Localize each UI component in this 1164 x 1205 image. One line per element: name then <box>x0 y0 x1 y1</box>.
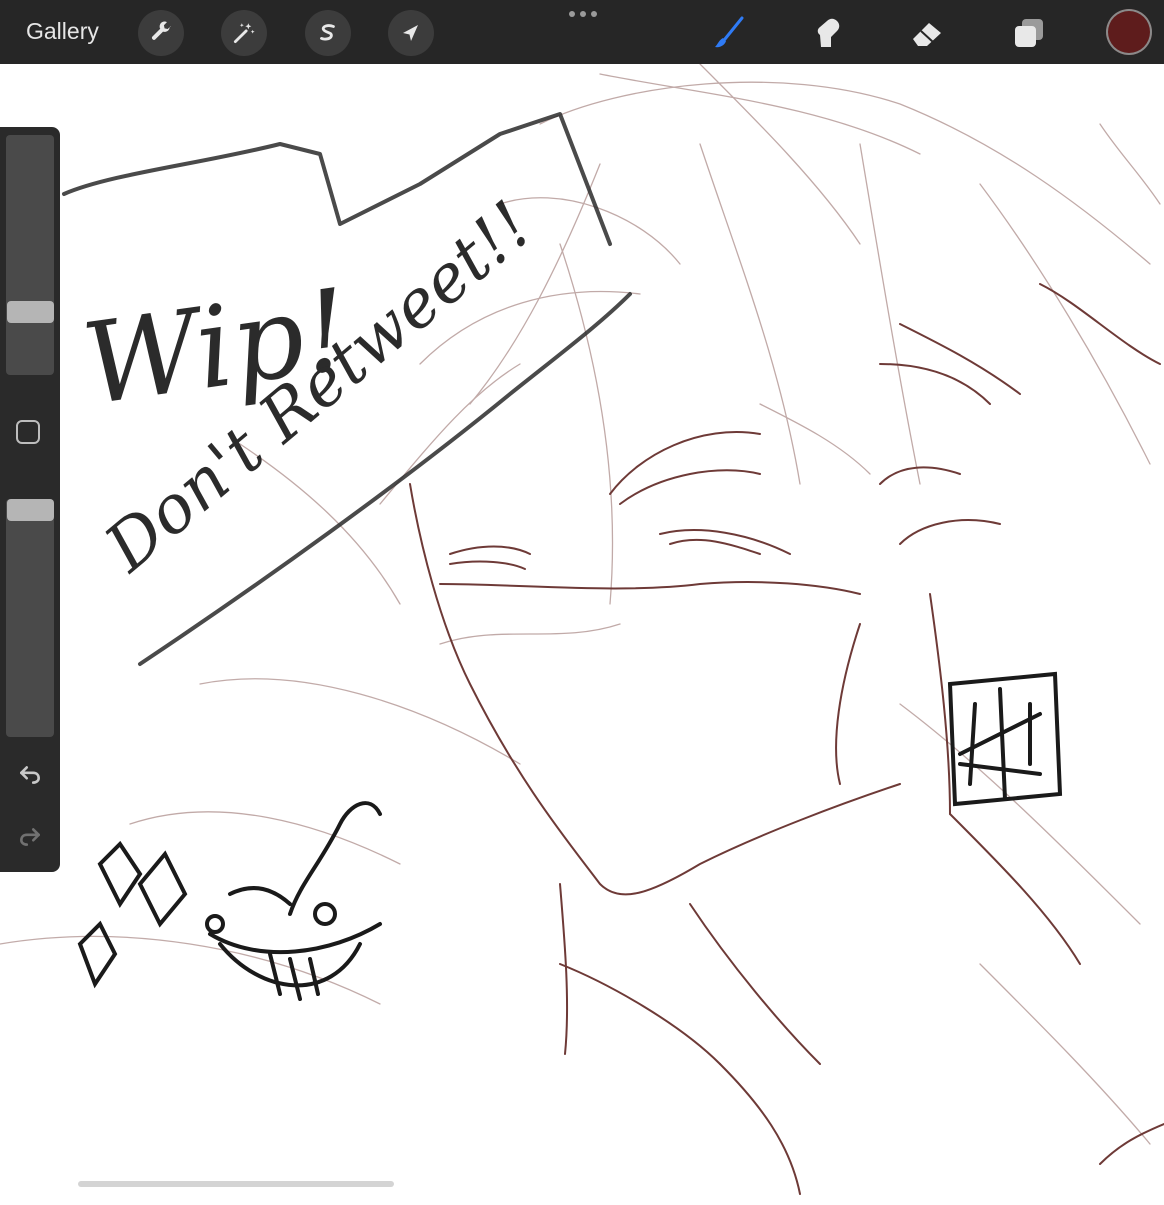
gallery-button[interactable]: Gallery <box>26 18 99 45</box>
brush-sidebar <box>0 127 60 872</box>
opacity-thumb[interactable] <box>7 499 54 521</box>
eraser-tool-button[interactable] <box>904 10 950 56</box>
transform-button[interactable] <box>388 10 434 56</box>
smudge-icon <box>817 18 840 47</box>
transform-arrow-icon <box>403 25 418 41</box>
undo-icon <box>20 766 40 784</box>
color-picker-button[interactable] <box>1106 9 1152 55</box>
adjustments-button[interactable] <box>221 10 267 56</box>
selection-button[interactable] <box>305 10 351 56</box>
wip-text-group: Wip! Don't Retweet!! <box>76 186 547 586</box>
top-toolbar: Gallery <box>0 0 1164 64</box>
sketch-artwork: Wip! Don't Retweet!! <box>0 63 1164 1195</box>
layers-icon <box>1015 19 1043 47</box>
brush-icon <box>715 16 744 48</box>
smudge-tool-button[interactable] <box>804 10 850 56</box>
redo-icon <box>20 828 40 846</box>
brush-tool-button[interactable] <box>706 10 752 56</box>
wrench-icon <box>151 21 171 40</box>
magic-wand-icon <box>233 23 255 44</box>
undo-button[interactable] <box>14 759 46 791</box>
brush-size-thumb[interactable] <box>7 300 54 323</box>
drawing-canvas[interactable]: Wip! Don't Retweet!! <box>0 63 1164 1200</box>
modify-square-icon[interactable] <box>16 420 40 444</box>
home-indicator <box>78 1181 394 1187</box>
selection-icon <box>320 24 335 41</box>
more-dots-icon[interactable] <box>566 6 600 22</box>
redo-button[interactable] <box>14 821 46 853</box>
eraser-icon <box>913 23 941 46</box>
actions-wrench-button[interactable] <box>138 10 184 56</box>
opacity-slider[interactable] <box>6 499 54 737</box>
brush-size-slider[interactable] <box>6 135 54 375</box>
layers-button[interactable] <box>1006 10 1052 56</box>
